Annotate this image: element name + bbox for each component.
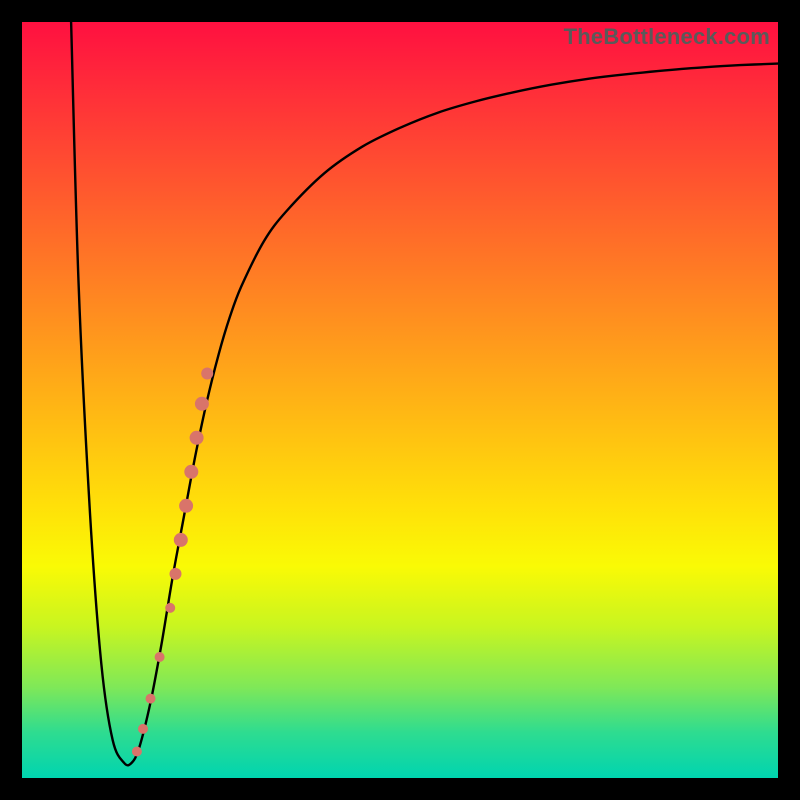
marker-dot xyxy=(165,603,175,613)
marker-dot xyxy=(170,568,182,580)
bottleneck-curve xyxy=(71,22,778,765)
marker-dot xyxy=(138,724,148,734)
plot-area: TheBottleneck.com xyxy=(22,22,778,778)
marker-dot xyxy=(195,397,209,411)
marker-dot xyxy=(184,465,198,479)
marker-dot xyxy=(146,694,156,704)
marker-dot xyxy=(201,368,213,380)
marker-dot xyxy=(179,499,193,513)
marker-dot xyxy=(174,533,188,547)
marker-dot xyxy=(132,747,142,757)
marker-dot xyxy=(190,431,204,445)
marker-dot xyxy=(155,652,165,662)
chart-frame: TheBottleneck.com xyxy=(0,0,800,800)
curve-svg xyxy=(22,22,778,778)
